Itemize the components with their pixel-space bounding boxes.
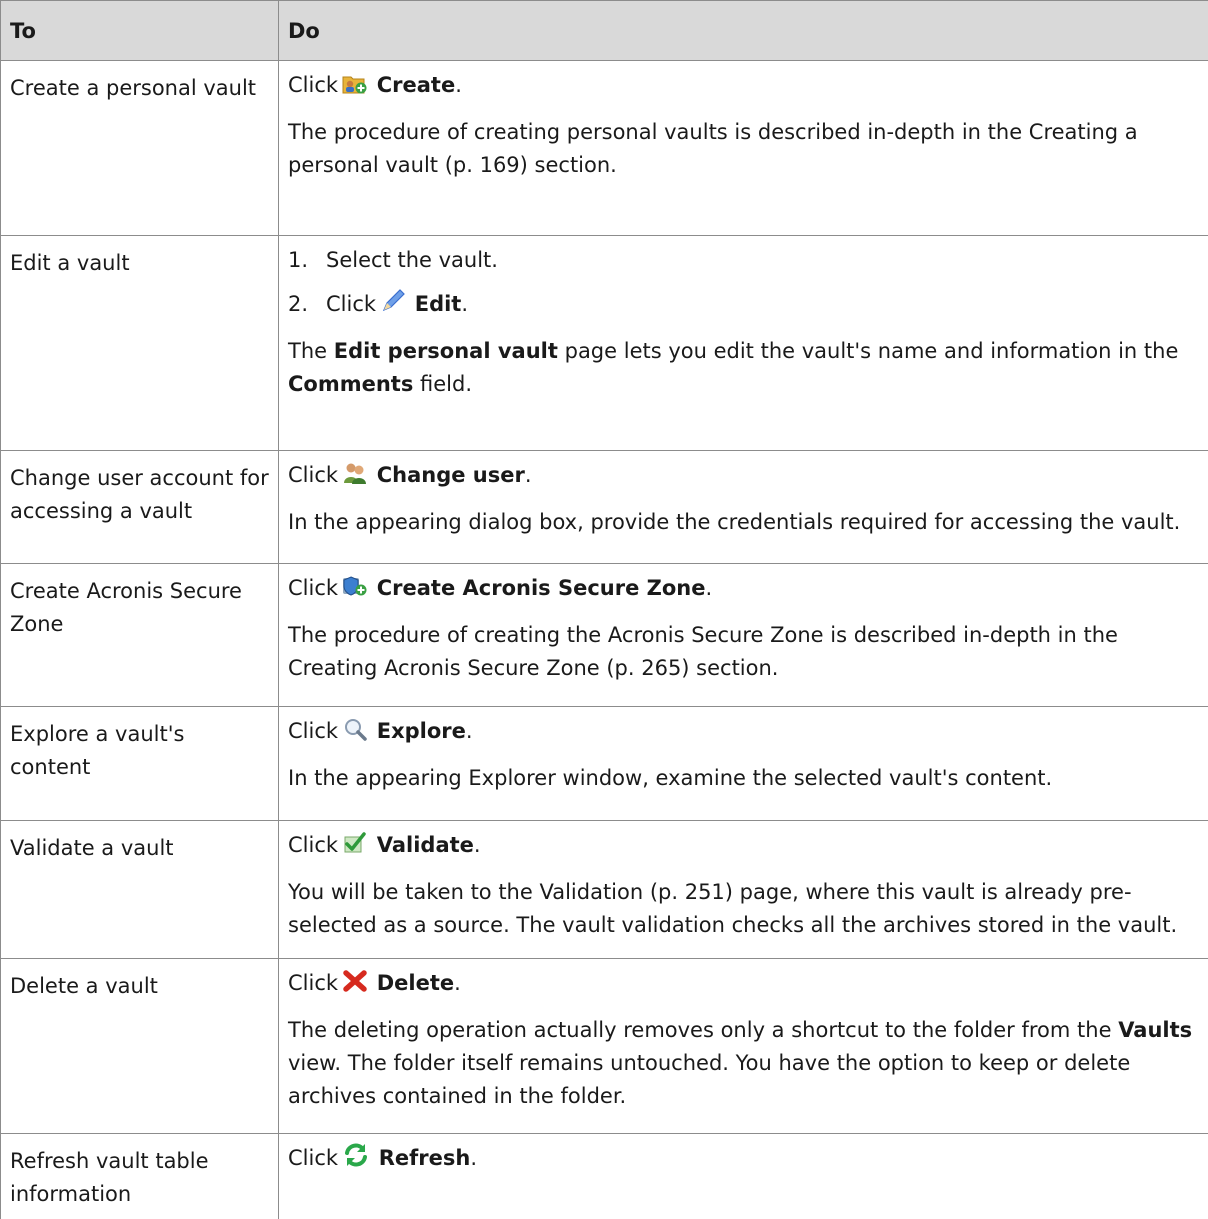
table-row: Create a personal vault Click Create. Th… xyxy=(1,61,1208,236)
vault-actions-table: To Do Create a personal vault Click Crea… xyxy=(0,0,1208,1219)
desc-mid: page lets you edit the vault's name and … xyxy=(565,339,1179,363)
step-number: 1. xyxy=(288,244,326,277)
step-1: 1.Select the vault. xyxy=(288,244,1199,277)
command-label: Delete xyxy=(377,971,454,995)
description-text: You will be taken to the Validation (p. … xyxy=(288,876,1199,942)
command-line: Click Refresh. xyxy=(288,1142,1199,1178)
header-to: To xyxy=(1,1,279,61)
desc-prefix: The deleting operation actually removes … xyxy=(288,1018,1112,1042)
refresh-icon xyxy=(342,1142,370,1178)
description-text: The Edit personal vault page lets you ed… xyxy=(288,335,1199,401)
magnifier-icon xyxy=(342,717,368,751)
table-row: Validate a vault Click Validate. You wil… xyxy=(1,821,1208,959)
desc-prefix: The xyxy=(288,339,327,363)
command-line: Click Create. xyxy=(288,69,1199,105)
desc-suffix: view. The folder itself remains untouche… xyxy=(288,1051,1130,1108)
step-number: 2. xyxy=(288,288,326,321)
change-user-icon xyxy=(342,461,368,495)
click-text: Click xyxy=(326,292,376,316)
command-line: Click Create Acronis Secure Zone. xyxy=(288,572,1199,608)
action-cell: Change user account for accessing a vaul… xyxy=(1,451,279,564)
description-text: In the appearing dialog box, provide the… xyxy=(288,506,1199,539)
action-cell: Delete a vault xyxy=(1,959,279,1134)
action-cell: Refresh vault table information xyxy=(1,1134,279,1219)
click-text: Click xyxy=(288,833,338,857)
description-cell: Click Create Acronis Secure Zone. The pr… xyxy=(279,564,1208,707)
command-label: Validate xyxy=(377,833,474,857)
description-cell: Click Validate. You will be taken to the… xyxy=(279,821,1208,959)
desc-bold: Edit personal vault xyxy=(334,339,558,363)
validate-icon xyxy=(342,831,368,865)
pencil-icon xyxy=(380,288,406,324)
action-cell: Validate a vault xyxy=(1,821,279,959)
delete-icon xyxy=(342,969,368,1003)
table-row: Delete a vault Click Delete. The deletin… xyxy=(1,959,1208,1134)
table-row: Change user account for accessing a vaul… xyxy=(1,451,1208,564)
description-cell: 1.Select the vault. 2.Click Edit. The Ed… xyxy=(279,236,1208,451)
click-text: Click xyxy=(288,576,338,600)
action-cell: Edit a vault xyxy=(1,236,279,451)
command-line: Click Change user. xyxy=(288,459,1199,495)
secure-zone-icon xyxy=(342,574,368,608)
table-row: Explore a vault's content Click Explore.… xyxy=(1,707,1208,821)
command-label: Refresh xyxy=(379,1146,471,1170)
command-label: Create Acronis Secure Zone xyxy=(377,576,706,600)
description-text: The procedure of creating the Acronis Se… xyxy=(288,619,1199,685)
description-cell: Click Change user. In the appearing dial… xyxy=(279,451,1208,564)
table-row: Create Acronis Secure Zone Click Create … xyxy=(1,564,1208,707)
command-line: Click Explore. xyxy=(288,715,1199,751)
desc-bold: Vaults xyxy=(1118,1018,1192,1042)
step-2: 2.Click Edit. xyxy=(288,288,1199,324)
description-text: The deleting operation actually removes … xyxy=(288,1014,1199,1113)
table-row: Refresh vault table information Click Re… xyxy=(1,1134,1208,1219)
command-label: Change user xyxy=(377,463,525,487)
desc-suffix: field. xyxy=(420,372,472,396)
description-text: In the appearing Explorer window, examin… xyxy=(288,762,1199,795)
description-cell: Click Delete. The deleting operation act… xyxy=(279,959,1208,1134)
click-text: Click xyxy=(288,719,338,743)
description-cell: Click Refresh. xyxy=(279,1134,1208,1219)
description-cell: Click Create. The procedure of creating … xyxy=(279,61,1208,236)
description-cell: Click Explore. In the appearing Explorer… xyxy=(279,707,1208,821)
click-text: Click xyxy=(288,73,338,97)
desc-bold: Comments xyxy=(288,372,413,396)
click-text: Click xyxy=(288,463,338,487)
command-label: Create xyxy=(377,73,455,97)
table-row: Edit a vault 1.Select the vault. 2.Click… xyxy=(1,236,1208,451)
action-cell: Create a personal vault xyxy=(1,61,279,236)
step-text: Select the vault. xyxy=(326,248,498,272)
action-cell: Explore a vault's content xyxy=(1,707,279,821)
description-text: The procedure of creating personal vault… xyxy=(288,116,1199,182)
action-cell: Create Acronis Secure Zone xyxy=(1,564,279,707)
click-text: Click xyxy=(288,1146,338,1170)
command-line: Click Delete. xyxy=(288,967,1199,1003)
table-header-row: To Do xyxy=(1,1,1208,61)
command-label: Explore xyxy=(377,719,466,743)
header-do: Do xyxy=(279,1,1208,61)
create-vault-icon xyxy=(342,72,368,105)
command-label: Edit xyxy=(415,292,462,316)
command-line: Click Validate. xyxy=(288,829,1199,865)
click-text: Click xyxy=(288,971,338,995)
